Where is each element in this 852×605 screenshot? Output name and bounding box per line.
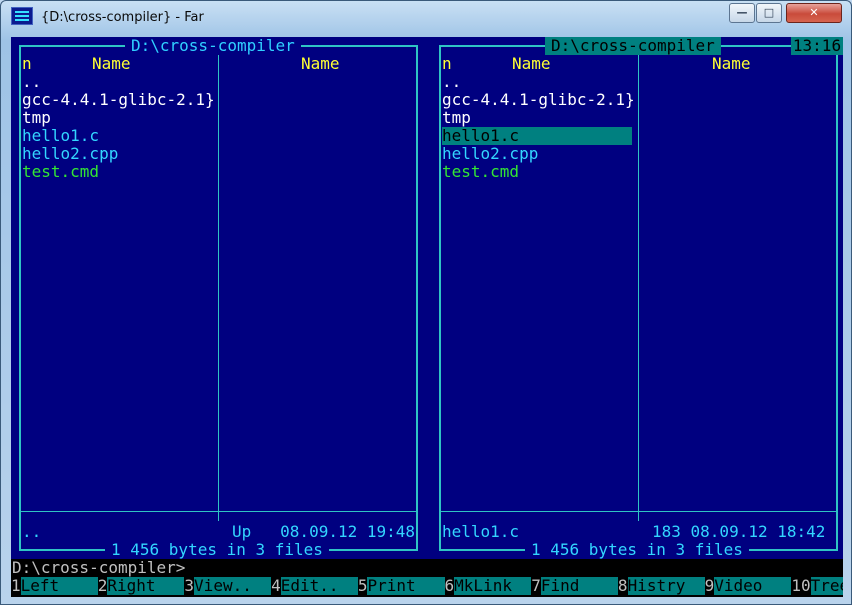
file-item[interactable]: gcc-4.4.1-glibc-2.1} xyxy=(22,91,215,109)
status-file-name: hello1.c xyxy=(442,522,520,541)
file-item-selected[interactable]: hello1.c xyxy=(442,127,632,145)
file-item[interactable]: test.cmd xyxy=(442,163,632,181)
file-item[interactable]: hello2.cpp xyxy=(22,145,212,163)
column-header-name[interactable]: Name xyxy=(512,55,551,73)
key-f7[interactable]: 7 Find xyxy=(531,577,618,595)
status-separator xyxy=(20,511,417,512)
file-item[interactable]: gcc-4.4.1-glibc-2.1} xyxy=(442,91,635,109)
key-f5[interactable]: 5 Print xyxy=(357,577,445,595)
clock: 13:16 xyxy=(791,37,843,55)
panel-title[interactable]: D:\cross-compiler xyxy=(125,37,301,55)
command-line[interactable]: D:\cross-compiler> xyxy=(11,559,843,577)
column-header-name[interactable]: Name xyxy=(301,55,340,73)
right-panel[interactable]: D:\cross-compiler n Name Name .. gcc-4.4… xyxy=(431,37,841,559)
file-item[interactable]: .. xyxy=(442,73,632,91)
key-f2[interactable]: 2 Right xyxy=(97,577,185,595)
key-f8[interactable]: 8 Histry xyxy=(617,577,705,595)
panel-summary: 1 456 bytes in 3 files xyxy=(525,541,749,559)
column-separator xyxy=(218,47,219,521)
file-item[interactable]: tmp xyxy=(22,109,212,127)
file-item[interactable]: tmp xyxy=(442,109,632,127)
file-item[interactable]: hello2.cpp xyxy=(442,145,632,163)
key-f6[interactable]: 6 MkLink xyxy=(444,577,532,595)
console-area: D:\cross-compiler n Name Name .. gcc-4.4… xyxy=(11,37,843,597)
file-list: .. gcc-4.4.1-glibc-2.1} tmp hello1.c hel… xyxy=(22,73,215,181)
panel-summary: 1 456 bytes in 3 files xyxy=(105,541,329,559)
left-panel[interactable]: D:\cross-compiler n Name Name .. gcc-4.4… xyxy=(11,37,421,559)
far-window: {D:\cross-compiler} - Far — □ ✕ D:\cross… xyxy=(0,0,852,605)
status-file-name: .. xyxy=(22,522,42,541)
maximize-button[interactable]: □ xyxy=(756,3,782,23)
close-button[interactable]: ✕ xyxy=(786,3,842,23)
key-f3[interactable]: 3 View.. xyxy=(184,577,272,595)
file-item[interactable]: .. xyxy=(22,73,212,91)
column-separator xyxy=(638,47,639,521)
status-separator xyxy=(440,511,837,512)
far-app-icon xyxy=(11,7,33,25)
column-header-name[interactable]: Name xyxy=(712,55,751,73)
status-file-info: 183 08.09.12 18:42 xyxy=(652,522,826,541)
status-file-info: Up 08.09.12 19:48 xyxy=(232,522,416,541)
key-f9[interactable]: 9 Video xyxy=(704,577,792,595)
file-item[interactable]: test.cmd xyxy=(22,163,212,181)
window-title: {D:\cross-compiler} - Far xyxy=(41,10,204,25)
key-f4[interactable]: 4 Edit.. xyxy=(271,577,358,595)
column-header-name[interactable]: Name xyxy=(92,55,131,73)
key-f10[interactable]: 10Tree xyxy=(791,577,843,595)
file-list: .. gcc-4.4.1-glibc-2.1} tmp hello1.c hel… xyxy=(442,73,635,181)
key-f1[interactable]: 1 Left xyxy=(11,577,98,595)
panel-title[interactable]: D:\cross-compiler xyxy=(545,37,721,55)
file-item[interactable]: hello1.c xyxy=(22,127,212,145)
column-header-n[interactable]: n xyxy=(442,55,452,73)
minimize-button[interactable]: — xyxy=(729,3,755,23)
column-header-n[interactable]: n xyxy=(22,55,32,73)
title-bar[interactable]: {D:\cross-compiler} - Far — □ ✕ xyxy=(1,1,851,31)
function-key-bar: 1 Left 2 Right 3 View.. 4 Edit.. 5 Print 6 MkL… xyxy=(11,577,843,597)
